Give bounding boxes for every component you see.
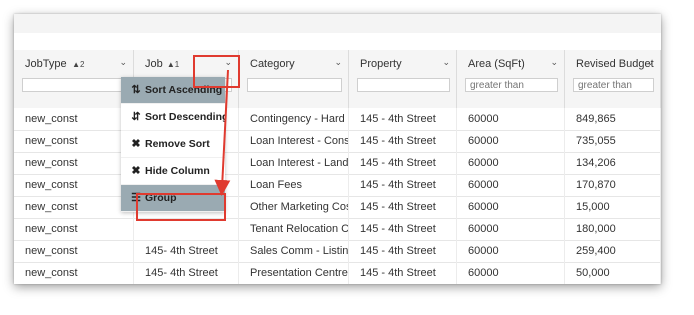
table-cell: 145 - 4th Street [349,196,457,218]
group-item-highlight [136,193,226,221]
table-cell: 145- 4th Street [134,240,239,262]
table-cell: Contingency - Hard ... [239,108,349,130]
table-cell: Loan Interest - Const... [239,130,349,152]
menu-item-remove-sort[interactable]: ✖ Remove Sort [121,131,225,158]
top-strip [14,14,661,33]
table-cell: Tenant Relocation C... [239,218,349,240]
column-menu-trigger-icon[interactable]: ⌄ [334,57,342,68]
menu-item-hide-column[interactable]: ✖ Hide Column [121,158,225,185]
menu-item-label: Remove Sort [145,138,210,150]
table-row[interactable]: new_const Tenant Relocation C... 145 - 4th… [14,218,661,241]
table-cell: 849,865 [565,108,661,130]
table-cell: new_const [14,174,134,196]
column-menu: ⇅ Sort Ascending ⇵ Sort Descending ✖ Remove S… [121,77,225,212]
column-filter-input[interactable] [247,78,342,92]
sort-descending-icon: ⇵ [131,111,141,123]
table-cell: 145 - 4th Street [349,174,457,196]
table-cell: Presentation Centre ... [239,262,349,284]
remove-icon: ✖ [131,138,141,150]
column-filter-input[interactable] [22,78,127,92]
table-cell: 60000 [457,262,565,284]
remove-icon: ✖ [131,165,141,177]
table-cell: new_const [14,262,134,284]
menu-item-label: Hide Column [145,165,210,177]
sort-indicator-icon: ▲1 [166,60,180,69]
table-cell: 60000 [457,152,565,174]
table-cell: new_const [14,196,134,218]
menu-item-sort-descending[interactable]: ⇵ Sort Descending [121,104,225,131]
column-header-2[interactable]: Category ⌄ [239,50,349,108]
column-filter-input[interactable] [465,78,558,92]
column-header-5[interactable]: Revised Budget ⌄ [565,50,661,108]
table-cell: new_const [14,108,134,130]
column-menu-trigger-icon[interactable]: ⌄ [646,57,654,68]
column-header-3[interactable]: Property ⌄ [349,50,457,108]
column-header-4[interactable]: Area (SqFt) ⌄ [457,50,565,108]
sort-ascending-icon: ⇅ [131,84,141,96]
table-row[interactable]: new_const 145- 4th Street Sales Comm - Lis… [14,240,661,263]
table-cell: 60000 [457,196,565,218]
table-cell: Loan Interest - Land ... [239,152,349,174]
column-filter-input[interactable] [573,78,654,92]
column-header-label: Property [360,58,402,70]
table-row[interactable]: new_const Other Marketing Costs145 - 4th … [14,196,661,219]
table-row[interactable]: new_const Loan Interest - Const...145 - 4… [14,130,661,153]
table-row[interactable]: new_const Loan Fees 145 - 4th Street 60000 1… [14,174,661,197]
table-row[interactable]: new_const Contingency - Hard ... 145 - 4th… [14,108,661,131]
table-cell: 259,400 [565,240,661,262]
table-cell: Sales Comm - Listin... [239,240,349,262]
column-header-label: Category [250,58,295,70]
table-cell: 145 - 4th Street [349,152,457,174]
table-cell: 145- 4th Street [134,262,239,284]
column-header-label: Revised Budget [576,58,654,70]
table-cell: 60000 [457,174,565,196]
column-header-label: Area (SqFt) [468,58,525,70]
column-header-label: Job [145,58,163,70]
menu-item-label: Sort Descending [145,111,225,123]
table-cell: 50,000 [565,262,661,284]
column-menu-trigger-icon[interactable]: ⌄ [119,57,127,68]
table-cell: new_const [14,152,134,174]
table-cell: 60000 [457,130,565,152]
grid-window: JobType ▲2 ⌄ Job ▲1 ⌄ Category ⌄ Property ⌄ Area (… [14,14,661,284]
table-cell: 60000 [457,108,565,130]
table-cell: 60000 [457,218,565,240]
table-cell: new_const [14,240,134,262]
sort-indicator-icon: ▲2 [72,60,85,69]
table-cell: 145 - 4th Street [349,218,457,240]
table-cell: 145 - 4th Street [349,130,457,152]
table-cell: Loan Fees [239,174,349,196]
table-cell: 145 - 4th Street [349,108,457,130]
menu-trigger-highlight [193,55,240,88]
table-cell: Other Marketing Costs [239,196,349,218]
column-menu-trigger-icon[interactable]: ⌄ [550,57,558,68]
column-menu-trigger-icon[interactable]: ⌄ [442,57,450,68]
column-header-0[interactable]: JobType ▲2 ⌄ [14,50,134,108]
table-cell: 60000 [457,240,565,262]
column-header-label: JobType [25,58,67,70]
table-cell: new_const [14,130,134,152]
table-cell: 170,870 [565,174,661,196]
table-cell: new_const [14,218,134,240]
table-cell: 15,000 [565,196,661,218]
table-cell: 735,055 [565,130,661,152]
table-cell: 134,206 [565,152,661,174]
table-row[interactable]: new_const Loan Interest - Land ...145 - 4… [14,152,661,175]
table-cell: 145 - 4th Street [349,240,457,262]
table-cell: 180,000 [565,218,661,240]
table-row[interactable]: new_const 145- 4th Street Presentation Cen… [14,262,661,284]
table-cell [134,218,239,240]
column-filter-input[interactable] [357,78,450,92]
table-cell: 145 - 4th Street [349,262,457,284]
